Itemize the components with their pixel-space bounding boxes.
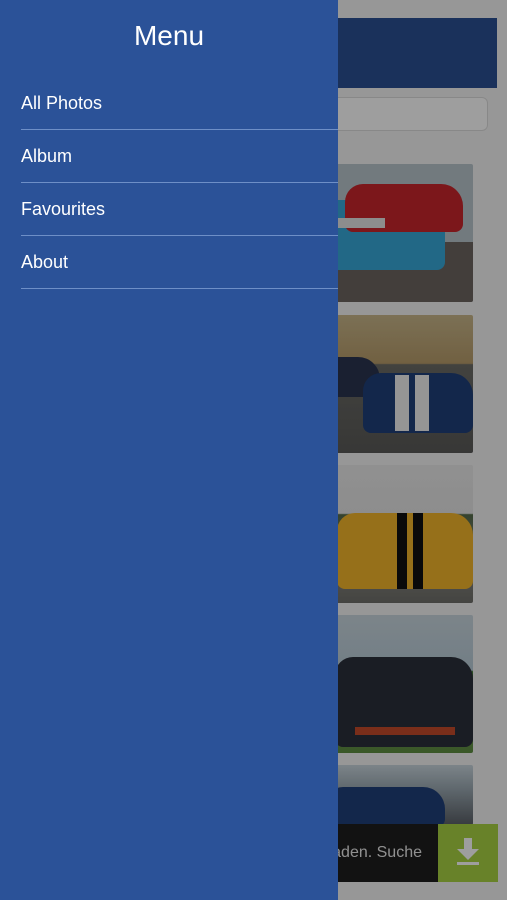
drawer-title: Menu <box>133 20 205 51</box>
menu-item-favourites[interactable]: Favourites <box>21 183 338 236</box>
menu-item-album[interactable]: Album <box>21 130 338 183</box>
menu-item-all-photos[interactable]: All Photos <box>21 77 338 130</box>
menu-item-about[interactable]: About <box>21 236 338 289</box>
menu-list: All Photos Album Favourites About <box>21 77 338 289</box>
side-drawer: Menu All Photos Album Favourites About <box>0 0 338 900</box>
